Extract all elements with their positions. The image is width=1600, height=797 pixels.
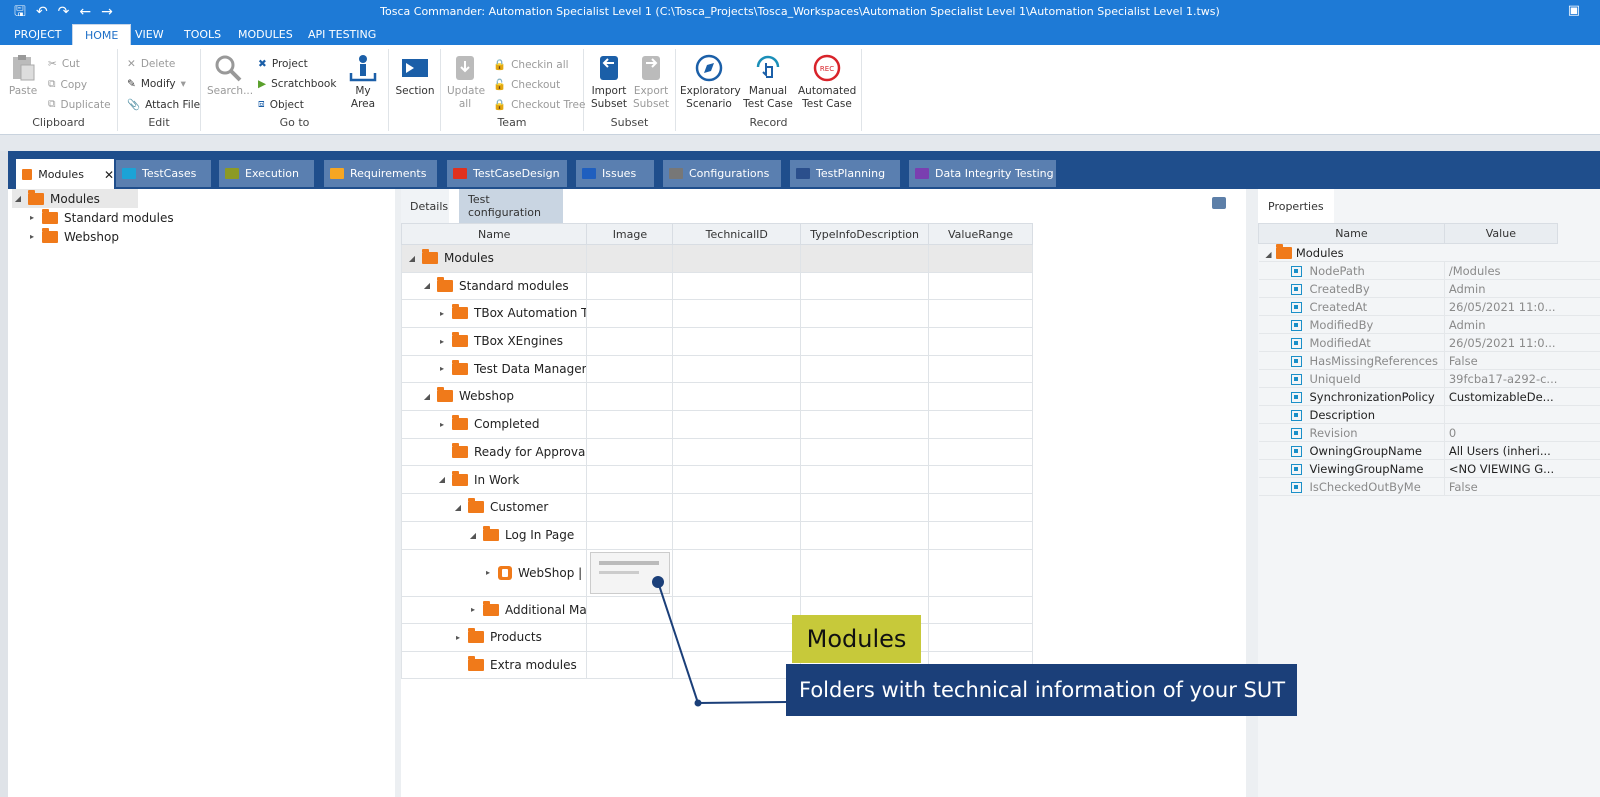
- callout-text: Folders with technical information of yo…: [786, 664, 1297, 716]
- callout-anchor-dot: [652, 576, 664, 588]
- callout-joint-dot: [694, 699, 702, 707]
- callout-title: Modules: [792, 615, 921, 663]
